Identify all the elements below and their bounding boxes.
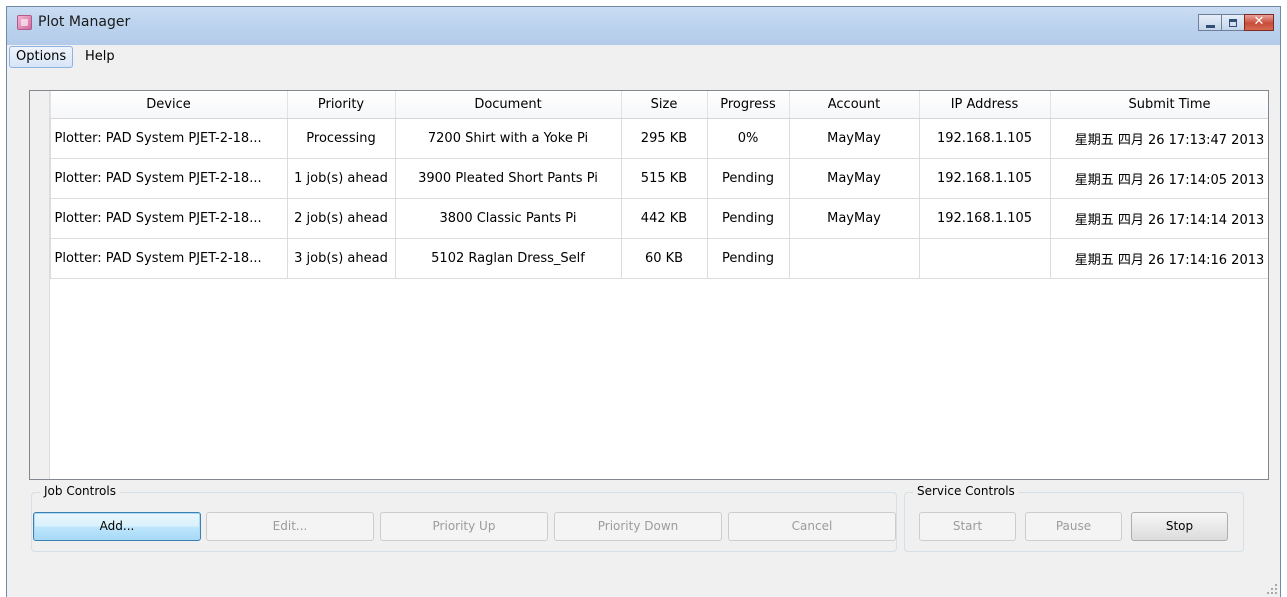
table-row[interactable]: 2 Plotter: PAD System PJET-2-18... 1 job…: [30, 158, 1268, 199]
column-header-ip-address[interactable]: IP Address: [919, 91, 1051, 119]
maximize-button[interactable]: [1221, 14, 1245, 31]
column-header-device[interactable]: Device: [50, 91, 288, 119]
cell-account[interactable]: MayMay: [789, 198, 920, 239]
cell-submit-time[interactable]: 星期五 四月 26 17:14:05 2013: [1050, 158, 1268, 199]
add-button[interactable]: Add...: [33, 512, 201, 541]
window-title: Plot Manager: [38, 14, 131, 30]
close-icon: ✕: [1253, 14, 1265, 29]
cell-priority[interactable]: 2 job(s) ahead: [287, 198, 396, 239]
resize-grip-icon[interactable]: [1267, 584, 1277, 594]
cell-device[interactable]: Plotter: PAD System PJET-2-18...: [50, 118, 288, 159]
cell-device[interactable]: Plotter: PAD System PJET-2-18...: [50, 238, 288, 279]
job-table[interactable]: Device Priority Document Size Progress A…: [29, 90, 1269, 480]
menu-options[interactable]: Options: [9, 46, 74, 68]
close-button[interactable]: ✕: [1244, 14, 1274, 31]
cell-size[interactable]: 60 KB: [621, 238, 708, 279]
cell-priority[interactable]: 1 job(s) ahead: [287, 158, 396, 199]
priority-down-button[interactable]: Priority Down: [554, 512, 722, 541]
start-button[interactable]: Start: [919, 512, 1016, 541]
cell-document[interactable]: 3900 Pleated Short Pants Pi: [395, 158, 622, 199]
menu-help[interactable]: Help: [79, 46, 121, 68]
edit-button[interactable]: Edit...: [206, 512, 374, 541]
cell-progress[interactable]: Pending: [707, 198, 790, 239]
job-controls-title: Job Controls: [40, 484, 120, 498]
table-row[interactable]: 4 Plotter: PAD System PJET-2-18... 3 job…: [30, 238, 1268, 279]
cell-submit-time[interactable]: 星期五 四月 26 17:14:14 2013: [1050, 198, 1268, 239]
row-header-gutter: [30, 91, 50, 479]
cell-ip-address[interactable]: 192.168.1.105: [919, 158, 1051, 199]
window-controls: ✕: [1198, 14, 1274, 31]
priority-up-button[interactable]: Priority Up: [380, 512, 548, 541]
title-bar[interactable]: Plot Manager ✕: [7, 7, 1280, 45]
menu-bar: Options Help: [7, 45, 1280, 69]
cell-priority[interactable]: 3 job(s) ahead: [287, 238, 396, 279]
cell-document[interactable]: 5102 Raglan Dress_Self: [395, 238, 622, 279]
cell-document[interactable]: 3800 Classic Pants Pi: [395, 198, 622, 239]
cell-progress[interactable]: Pending: [707, 238, 790, 279]
cell-progress[interactable]: Pending: [707, 158, 790, 199]
cell-device[interactable]: Plotter: PAD System PJET-2-18...: [50, 198, 288, 239]
table-row[interactable]: 1 Plotter: PAD System PJET-2-18... Proce…: [30, 118, 1268, 159]
column-header-size[interactable]: Size: [621, 91, 708, 119]
cancel-button[interactable]: Cancel: [728, 512, 896, 541]
column-header-progress[interactable]: Progress: [707, 91, 790, 119]
minimize-button[interactable]: [1198, 14, 1222, 31]
column-header-account[interactable]: Account: [789, 91, 920, 119]
cell-ip-address[interactable]: 192.168.1.105: [919, 198, 1051, 239]
cell-priority[interactable]: Processing: [287, 118, 396, 159]
cell-ip-address[interactable]: 192.168.1.105: [919, 118, 1051, 159]
cell-submit-time[interactable]: 星期五 四月 26 17:13:47 2013: [1050, 118, 1268, 159]
stop-button[interactable]: Stop: [1131, 512, 1228, 541]
cell-size[interactable]: 442 KB: [621, 198, 708, 239]
table-header-row: Device Priority Document Size Progress A…: [30, 91, 1268, 119]
column-header-document[interactable]: Document: [395, 91, 622, 119]
column-header-submit-time[interactable]: Submit Time: [1050, 91, 1268, 119]
cell-account[interactable]: [789, 238, 920, 279]
cell-size[interactable]: 295 KB: [621, 118, 708, 159]
cell-account[interactable]: MayMay: [789, 118, 920, 159]
cell-device[interactable]: Plotter: PAD System PJET-2-18...: [50, 158, 288, 199]
cell-account[interactable]: MayMay: [789, 158, 920, 199]
cell-ip-address[interactable]: [919, 238, 1051, 279]
cell-progress[interactable]: 0%: [707, 118, 790, 159]
cell-document[interactable]: 7200 Shirt with a Yoke Pi: [395, 118, 622, 159]
plot-manager-window: Plot Manager ✕ Options Help Device Prior…: [6, 6, 1281, 597]
service-controls-title: Service Controls: [913, 484, 1019, 498]
column-header-priority[interactable]: Priority: [287, 91, 396, 119]
app-icon: [17, 15, 32, 30]
service-controls-group: Service Controls Start Pause Stop: [904, 484, 1244, 552]
table-row[interactable]: 3 Plotter: PAD System PJET-2-18... 2 job…: [30, 198, 1268, 239]
pause-button[interactable]: Pause: [1025, 512, 1122, 541]
cell-submit-time[interactable]: 星期五 四月 26 17:14:16 2013: [1050, 238, 1268, 279]
job-controls-group: Job Controls Add... Edit... Priority Up …: [31, 484, 897, 552]
cell-size[interactable]: 515 KB: [621, 158, 708, 199]
